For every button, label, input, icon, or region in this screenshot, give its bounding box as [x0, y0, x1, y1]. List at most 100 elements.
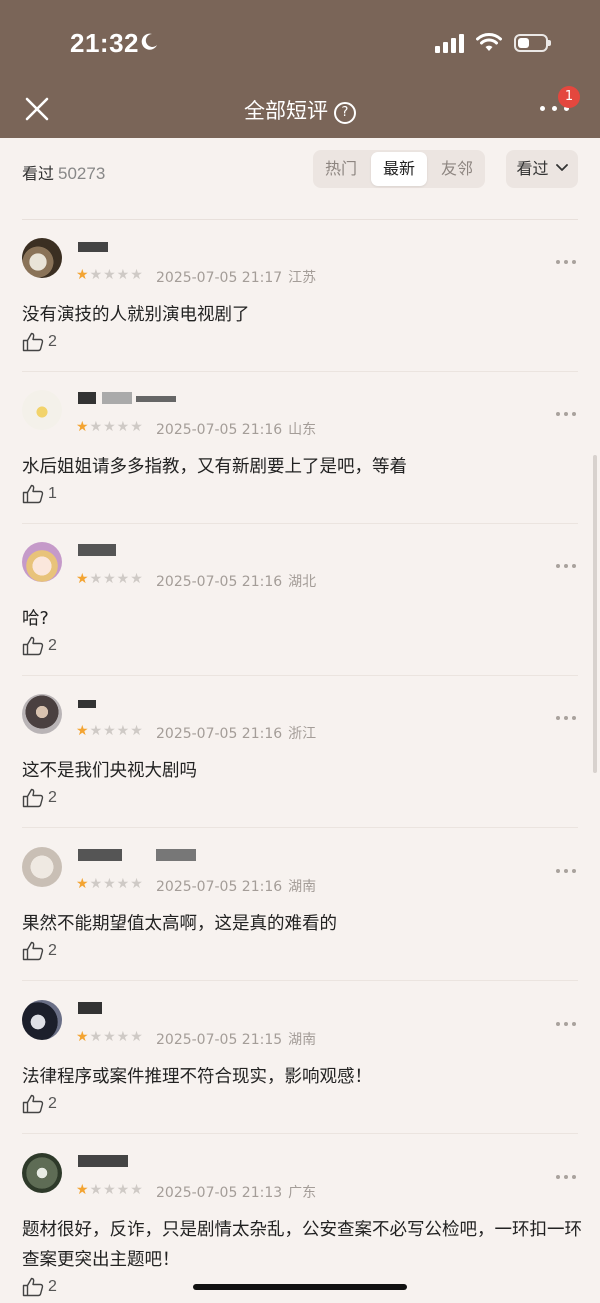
divider — [22, 827, 578, 828]
nav-bar: 全部短评? — [0, 84, 600, 134]
moon-icon — [141, 33, 157, 50]
username-redacted — [76, 390, 176, 404]
comment-more-button[interactable] — [556, 410, 578, 418]
help-icon[interactable]: ? — [334, 102, 356, 124]
like-button[interactable]: 2 — [22, 635, 57, 657]
comment-location: 湖南 — [288, 879, 317, 895]
comment-more-button[interactable] — [556, 714, 578, 722]
home-indicator[interactable] — [193, 1284, 407, 1290]
comment-item: ★★★★★ 2025-07-05 21:16 浙江 这不是我们央视大剧吗 2 — [0, 676, 600, 828]
star-rating: ★★★★★ — [76, 876, 144, 892]
like-button[interactable]: 1 — [22, 483, 57, 505]
like-button[interactable]: 2 — [22, 787, 57, 809]
like-button[interactable]: 2 — [22, 331, 57, 353]
like-button[interactable]: 2 — [22, 940, 57, 962]
comment-date: 2025-07-05 21:16 — [156, 726, 283, 742]
avatar[interactable] — [22, 694, 62, 734]
comment-meta: 2025-07-05 21:15 湖南 — [156, 1029, 316, 1049]
notification-badge: 1 — [558, 86, 580, 108]
page-title-text: 全部短评 — [244, 99, 328, 123]
sort-tabs: 热门 最新 友邻 — [313, 150, 485, 188]
star-rating: ★★★★★ — [76, 419, 144, 435]
like-button[interactable]: 2 — [22, 1093, 57, 1115]
comment-date: 2025-07-05 21:15 — [156, 1032, 283, 1048]
comment-meta: 2025-07-05 21:16 山东 — [156, 419, 316, 439]
thumbs-up-icon — [22, 636, 44, 656]
scrollbar[interactable] — [593, 455, 597, 773]
like-count: 2 — [48, 1278, 57, 1295]
divider — [22, 980, 578, 981]
username-redacted — [76, 542, 166, 556]
comment-more-button[interactable] — [556, 867, 578, 875]
comment-item: ★★★★★ 2025-07-05 21:16 湖北 哈? 2 — [0, 524, 600, 676]
thumbs-up-icon — [22, 788, 44, 808]
avatar[interactable] — [22, 238, 62, 278]
thumbs-up-icon — [22, 941, 44, 961]
like-button[interactable]: 2 — [22, 1276, 57, 1298]
seen-count: 50273 — [58, 164, 106, 183]
star-rating: ★★★★★ — [76, 723, 144, 739]
page-title: 全部短评? — [0, 95, 600, 125]
comment-more-button[interactable] — [556, 1173, 578, 1181]
comment-date: 2025-07-05 21:16 — [156, 422, 283, 438]
chevron-down-icon — [555, 164, 568, 171]
thumbs-up-icon — [22, 484, 44, 504]
comment-location: 广东 — [288, 1185, 317, 1201]
comment-date: 2025-07-05 21:13 — [156, 1185, 283, 1201]
tab-hot[interactable]: 热门 — [313, 150, 369, 188]
username-redacted — [76, 847, 196, 861]
comment-text: 果然不能期望值太高啊，这是真的难看的 — [22, 914, 337, 934]
star-rating: ★★★★★ — [76, 571, 144, 587]
comment-item: ★★★★★ 2025-07-05 21:17 江苏 没有演技的人就别演电视剧了 2 — [0, 220, 600, 372]
comment-text: 哈? — [22, 609, 49, 629]
comment-meta: 2025-07-05 21:16 湖南 — [156, 876, 316, 896]
divider — [22, 1133, 578, 1134]
comment-date: 2025-07-05 21:16 — [156, 879, 283, 895]
comment-meta: 2025-07-05 21:16 浙江 — [156, 723, 316, 743]
star-rating: ★★★★★ — [76, 1029, 144, 1045]
comment-text: 这不是我们央视大剧吗 — [22, 761, 197, 781]
comment-meta: 2025-07-05 21:13 广东 — [156, 1182, 316, 1202]
avatar[interactable] — [22, 847, 62, 887]
thumbs-up-icon — [22, 1094, 44, 1114]
status-icons — [435, 33, 551, 53]
top-bar: 21:32 全部短评? 1 — [0, 0, 600, 138]
username-redacted — [76, 1153, 166, 1167]
comment-meta: 2025-07-05 21:17 江苏 — [156, 267, 316, 287]
avatar[interactable] — [22, 1153, 62, 1193]
comment-item: ★★★★★ 2025-07-05 21:16 山东 水后姐姐请多多指教，又有新剧要… — [0, 372, 600, 524]
comment-location: 江苏 — [288, 270, 317, 286]
tab-latest[interactable]: 最新 — [371, 152, 427, 186]
seen-label: 看过 — [22, 164, 55, 183]
like-count: 2 — [48, 333, 57, 350]
username-redacted — [76, 694, 166, 708]
like-count: 2 — [48, 942, 57, 959]
comment-item: ★★★★★ 2025-07-05 21:15 湖南 法律程序或案件推理不符合现实，… — [0, 982, 600, 1134]
comment-date: 2025-07-05 21:16 — [156, 574, 283, 590]
seen-filter-label: 看过 — [516, 159, 549, 178]
avatar[interactable] — [22, 1000, 62, 1040]
comment-more-button[interactable] — [556, 562, 578, 570]
seen-filter-dropdown[interactable]: 看过 — [506, 150, 578, 188]
status-time: 21:32 — [70, 28, 139, 58]
wifi-icon — [476, 33, 502, 51]
comment-more-button[interactable] — [556, 258, 578, 266]
comment-meta: 2025-07-05 21:16 湖北 — [156, 571, 316, 591]
comment-text: 没有演技的人就别演电视剧了 — [22, 305, 250, 325]
tab-friends[interactable]: 友邻 — [429, 150, 485, 188]
avatar[interactable] — [22, 390, 62, 430]
comment-item: ★★★★★ 2025-07-05 21:16 湖南 果然不能期望值太高啊，这是真的… — [0, 829, 600, 981]
cellular-signal-icon — [435, 33, 464, 53]
avatar[interactable] — [22, 542, 62, 582]
comment-text: 题材很好，反诈，只是剧情太杂乱，公安查案不必写公检吧，一环扣一环查案更突出主题吧… — [22, 1220, 582, 1270]
comment-location: 山东 — [288, 422, 317, 438]
username-redacted — [76, 1000, 166, 1014]
comment-more-button[interactable] — [556, 1020, 578, 1028]
star-rating: ★★★★★ — [76, 1182, 144, 1198]
comment-location: 浙江 — [288, 726, 317, 742]
like-count: 2 — [48, 1095, 57, 1112]
thumbs-up-icon — [22, 1277, 44, 1297]
comment-item: ★★★★★ 2025-07-05 21:13 广东 题材很好，反诈，只是剧情太杂乱… — [0, 1135, 600, 1303]
star-rating: ★★★★★ — [76, 267, 144, 283]
username-redacted — [76, 238, 166, 252]
